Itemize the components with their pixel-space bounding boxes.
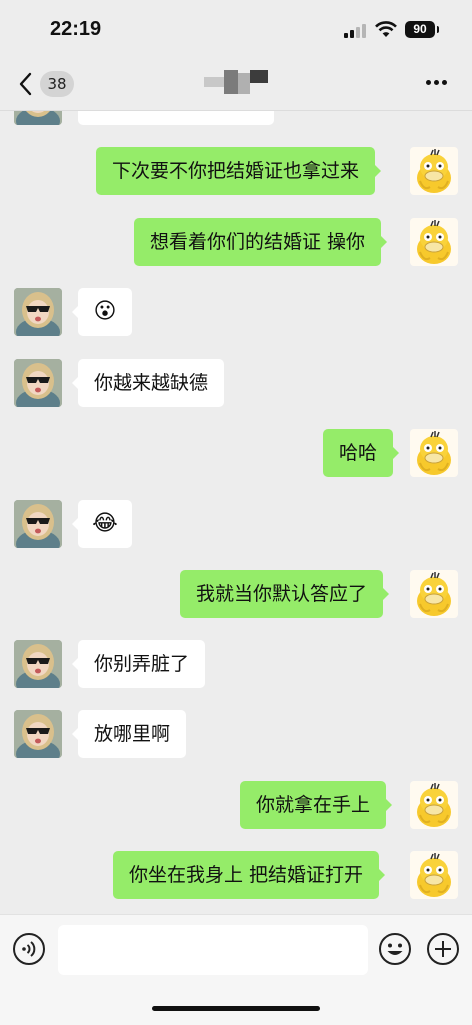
contact-avatar[interactable] <box>14 640 62 688</box>
message-bubble[interactable]: 下次要不你把结婚证也拿过来 <box>96 147 382 195</box>
message-row: 我就当你默认答应了 <box>0 570 472 618</box>
emoji-message[interactable]: 😂 <box>72 500 132 548</box>
message-list[interactable]: 下次要不你把结婚证也拿过来 想看着你们的结婚证 操你 😮 你越来越缺德 哈哈 😂… <box>0 111 472 914</box>
contact-avatar[interactable] <box>14 359 62 407</box>
contact-name-redacted <box>204 70 268 94</box>
message-row: 你越来越缺德 <box>0 359 472 407</box>
contact-avatar[interactable] <box>14 288 62 336</box>
cellular-signal-icon <box>344 22 370 38</box>
battery-indicator: 90 <box>405 21 439 38</box>
emoji-picker-icon[interactable] <box>378 932 412 966</box>
status-bar: 22:19 90 <box>0 0 472 58</box>
more-options-icon[interactable] <box>424 78 450 88</box>
message-bubble[interactable]: 你就拿在手上 <box>240 781 393 829</box>
back-arrow-icon[interactable] <box>14 70 38 98</box>
message-bubble[interactable]: 你别弄脏了 <box>71 640 206 688</box>
message-bubble[interactable]: 你坐在我身上 把结婚证打开 <box>113 851 386 899</box>
my-avatar[interactable] <box>410 147 458 195</box>
message-row: 想看着你们的结婚证 操你 <box>0 218 472 266</box>
message-bubble[interactable]: 放哪里啊 <box>71 710 187 758</box>
contact-avatar[interactable] <box>14 710 62 758</box>
message-row: 😂 <box>0 500 472 548</box>
message-bubble[interactable] <box>78 111 274 125</box>
message-row: 😮 <box>0 288 472 336</box>
message-row: 放哪里啊 <box>0 710 472 758</box>
my-avatar[interactable] <box>410 218 458 266</box>
message-bubble[interactable]: 想看着你们的结婚证 操你 <box>134 218 388 266</box>
my-avatar[interactable] <box>410 781 458 829</box>
wifi-icon <box>375 21 397 37</box>
emoji-message[interactable]: 😮 <box>72 288 132 336</box>
chat-header: 38 <box>0 58 472 111</box>
contact-avatar[interactable] <box>14 111 62 125</box>
message-input[interactable] <box>58 925 368 975</box>
message-row: 你别弄脏了 <box>0 640 472 688</box>
my-avatar[interactable] <box>410 570 458 618</box>
message-row: 下次要不你把结婚证也拿过来 <box>0 147 472 195</box>
message-row: 你坐在我身上 把结婚证打开 <box>0 851 472 899</box>
status-time: 22:19 <box>50 18 102 40</box>
home-indicator[interactable] <box>152 1006 320 1011</box>
more-functions-plus-icon[interactable] <box>426 932 460 966</box>
voice-input-icon[interactable] <box>12 932 46 966</box>
contact-avatar[interactable] <box>14 500 62 548</box>
message-row: 你就拿在手上 <box>0 781 472 829</box>
message-bubble[interactable]: 你越来越缺德 <box>71 359 225 407</box>
my-avatar[interactable] <box>410 429 458 477</box>
message-row <box>0 111 472 125</box>
unread-count-badge[interactable]: 38 <box>40 71 74 97</box>
message-bubble[interactable]: 哈哈 <box>323 429 400 477</box>
message-bubble[interactable]: 我就当你默认答应了 <box>180 570 390 618</box>
my-avatar[interactable] <box>410 851 458 899</box>
message-row: 哈哈 <box>0 429 472 477</box>
